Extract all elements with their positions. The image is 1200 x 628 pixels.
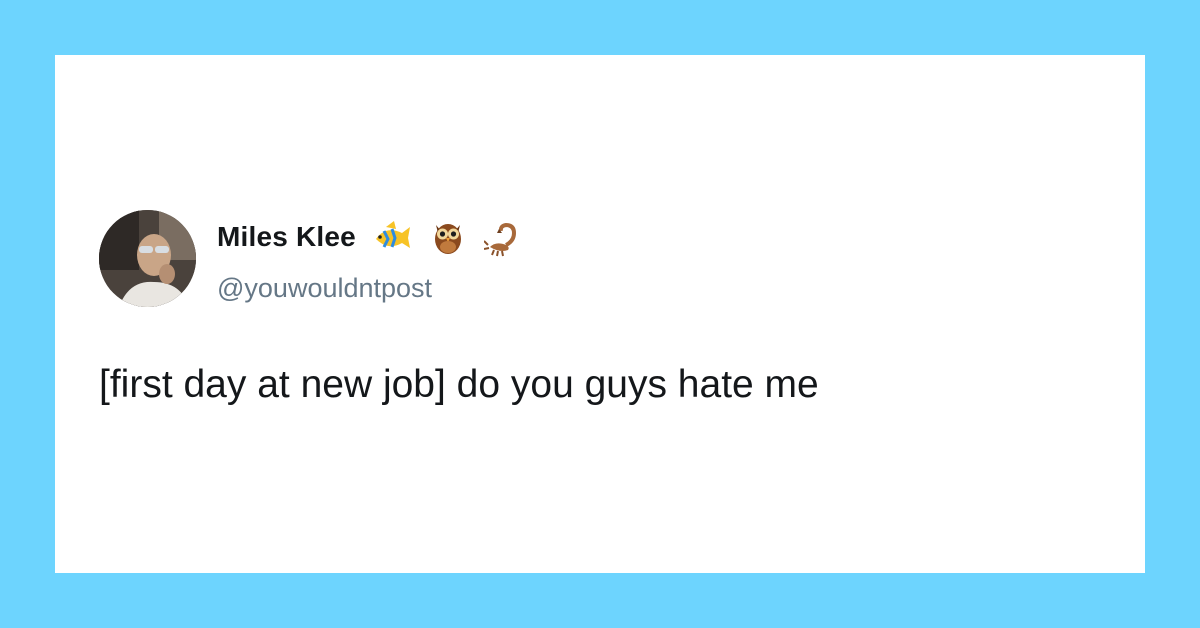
author-row: Miles Klee (217, 217, 524, 257)
author-name[interactable]: Miles Klee (217, 221, 356, 253)
scorpion-icon (483, 217, 524, 257)
owl-icon (428, 217, 468, 257)
tropical-fish-icon (372, 217, 412, 257)
tweet-text: [first day at new job] do you guys hate … (99, 363, 819, 406)
tweet-card: Miles Klee @youwouldntpost [first day at… (55, 55, 1145, 573)
avatar[interactable] (99, 210, 196, 307)
author-handle[interactable]: @youwouldntpost (217, 273, 432, 304)
avatar-photo (99, 210, 196, 307)
